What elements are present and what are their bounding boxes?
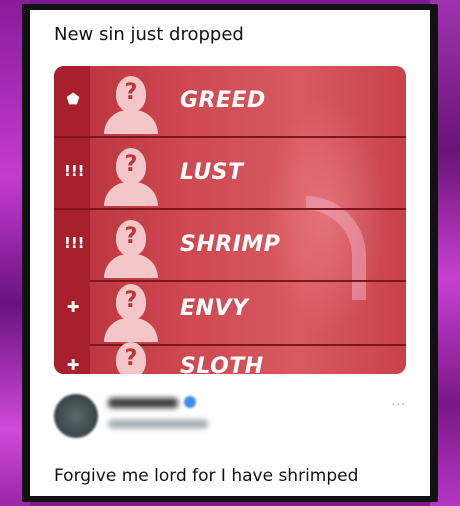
mystery-avatar: ? (102, 144, 158, 206)
post-card: New sin just dropped ⬟ ? GREED !!! ? LUS… (30, 10, 430, 496)
sin-label: ENVY (180, 296, 249, 321)
sin-row-sloth: ✚ ? SLOTH (54, 332, 406, 374)
mystery-avatar: ? (102, 72, 158, 134)
plus-icon: ✚ (66, 298, 80, 316)
sin-row-greed: ⬟ ? GREED (54, 66, 406, 138)
sin-label: SLOTH (180, 354, 264, 374)
sin-label: SHRIMP (180, 232, 281, 257)
avatar[interactable] (54, 394, 98, 438)
sin-row-lust: !!! ? LUST (54, 138, 406, 210)
question-mark-icon: ? (124, 80, 138, 105)
author-handle-blurred[interactable] (108, 420, 208, 428)
question-mark-icon: ? (124, 346, 138, 371)
more-options-icon[interactable]: ... (391, 392, 406, 408)
sin-row-shrimp: !!! ? SHRIMP (54, 210, 406, 282)
alert-icon: !!! (64, 234, 85, 252)
mystery-avatar: ? (102, 280, 158, 342)
sin-label: GREED (180, 88, 266, 113)
mystery-avatar: ? (102, 216, 158, 278)
author-name-blurred[interactable] (108, 398, 178, 408)
sin-label: LUST (180, 160, 244, 185)
reply-author[interactable]: ... (54, 388, 406, 448)
question-mark-icon: ? (124, 152, 138, 177)
shield-icon: ⬟ (66, 90, 80, 108)
mystery-avatar: ? (102, 338, 158, 374)
question-mark-icon: ? (124, 288, 138, 313)
meme-image[interactable]: ⬟ ? GREED !!! ? LUST !!! ? SHRIMP ✚ ? EN… (54, 66, 406, 374)
question-mark-icon: ? (124, 224, 138, 249)
plus-icon: ✚ (66, 356, 80, 374)
reply-text: Forgive me lord for I have shrimped (54, 466, 359, 486)
alert-icon: !!! (64, 162, 85, 180)
verified-badge-icon (184, 396, 196, 408)
post-text: New sin just dropped (54, 24, 244, 45)
